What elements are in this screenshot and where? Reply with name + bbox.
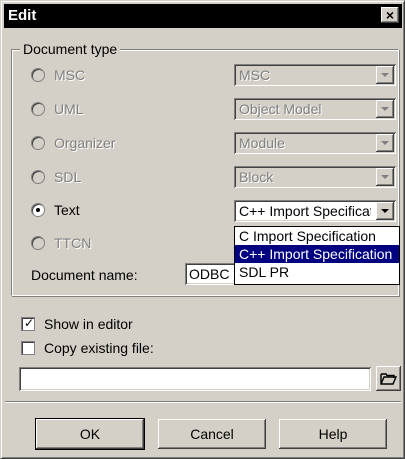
dropdown-item-sdl-pr[interactable]: SDL PR <box>235 263 399 281</box>
document-type-legend: Document type <box>20 41 121 57</box>
combo-msc[interactable]: MSC <box>234 64 396 86</box>
radio-label-organizer: Organizer <box>54 135 116 151</box>
radio-msc[interactable]: MSC <box>31 65 85 85</box>
ok-button[interactable]: OK <box>35 418 145 450</box>
dropdown-item-cpp-import[interactable]: C++ Import Specification <box>235 245 399 263</box>
radio-button-icon <box>31 136 45 150</box>
radio-label-ttcn: TTCN <box>54 235 92 251</box>
file-path-input[interactable] <box>19 367 371 391</box>
copy-existing-file-checkbox-row[interactable]: Copy existing file: <box>21 338 154 358</box>
combo-value-msc: MSC <box>239 67 271 83</box>
chevron-down-icon[interactable] <box>376 66 394 84</box>
radio-sdl[interactable]: SDL <box>31 167 81 187</box>
combo-value-organizer: Module <box>239 135 285 151</box>
checkbox-unchecked-icon[interactable] <box>21 341 35 355</box>
document-name-label: Document name: <box>31 267 138 283</box>
radio-uml[interactable]: UML <box>31 99 84 119</box>
folder-open-icon <box>380 373 398 385</box>
radio-button-icon <box>31 170 45 184</box>
show-in-editor-label: Show in editor <box>44 316 133 332</box>
edit-dialog: Edit × Document type MSC MSC UML Object … <box>0 0 405 459</box>
combo-organizer[interactable]: Module <box>234 132 396 154</box>
browse-button[interactable] <box>376 366 401 391</box>
cancel-button-label: Cancel <box>190 426 234 442</box>
copy-existing-file-label: Copy existing file: <box>44 340 154 356</box>
radio-ttcn[interactable]: TTCN <box>31 233 91 253</box>
radio-button-selected-icon <box>31 203 45 217</box>
radio-label-msc: MSC <box>54 67 86 83</box>
combo-sdl[interactable]: Block <box>234 166 396 188</box>
combo-value-text: C++ Import Specification <box>239 203 371 219</box>
chevron-down-icon[interactable] <box>376 100 394 118</box>
chevron-down-icon[interactable] <box>376 134 394 152</box>
radio-label-uml: UML <box>54 101 84 117</box>
close-button[interactable]: × <box>381 7 399 23</box>
window-title: Edit <box>8 7 37 24</box>
radio-button-icon <box>31 68 45 82</box>
dropdown-item-c-import[interactable]: C Import Specification <box>235 227 399 245</box>
checkbox-checked-icon[interactable]: ✓ <box>21 317 35 331</box>
radio-text[interactable]: Text <box>31 200 80 220</box>
close-icon: × <box>385 7 395 23</box>
radio-label-sdl: SDL <box>54 169 82 185</box>
help-button-label: Help <box>318 426 348 442</box>
combo-text[interactable]: C++ Import Specification <box>234 200 396 222</box>
document-subtype-dropdown[interactable]: C Import Specification C++ Import Specif… <box>234 226 400 285</box>
chevron-down-icon[interactable] <box>376 168 394 186</box>
combo-value-uml: Object Model <box>239 101 322 117</box>
document-name-value: ODBC <box>189 266 230 282</box>
chevron-down-icon[interactable] <box>376 202 394 220</box>
ok-button-label: OK <box>79 426 101 442</box>
radio-button-icon <box>31 102 45 116</box>
combo-value-sdl: Block <box>239 169 274 185</box>
radio-organizer[interactable]: Organizer <box>31 133 115 153</box>
cancel-button[interactable]: Cancel <box>158 419 266 449</box>
help-button[interactable]: Help <box>279 419 387 449</box>
radio-label-text: Text <box>54 202 80 218</box>
separator <box>5 401 401 403</box>
radio-button-icon <box>31 236 45 250</box>
combo-uml[interactable]: Object Model <box>234 98 396 120</box>
show-in-editor-checkbox-row[interactable]: ✓ Show in editor <box>21 314 133 334</box>
title-bar[interactable]: Edit × <box>4 4 402 28</box>
